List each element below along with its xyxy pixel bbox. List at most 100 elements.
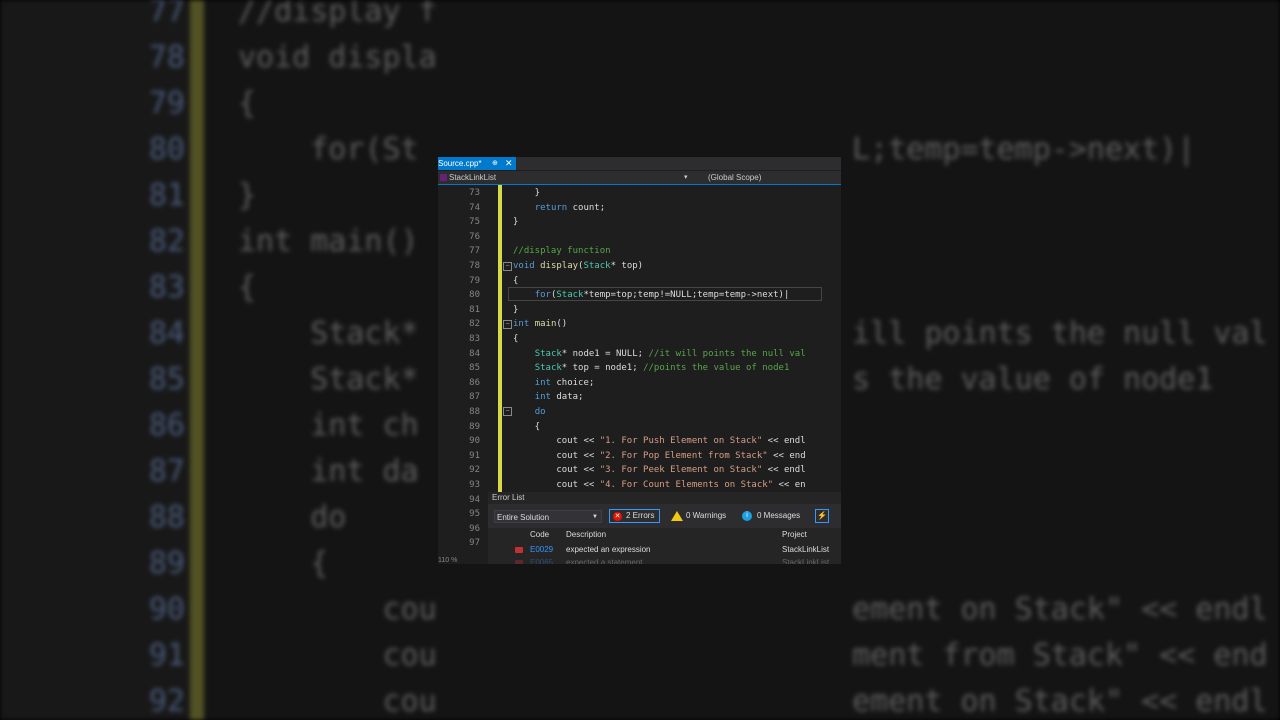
line-code: } xyxy=(513,188,541,198)
code-line[interactable]: 73 } xyxy=(438,186,841,201)
line-code: for(Stack*temp=top;temp!=NULL;temp=temp-… xyxy=(534,290,790,301)
line-number: 91 xyxy=(469,450,480,461)
line-number: 85 xyxy=(469,363,480,374)
error-code[interactable]: E0029 xyxy=(530,543,553,557)
line-number: 95 xyxy=(469,509,480,520)
line-number: 74 xyxy=(469,202,480,213)
code-line[interactable]: 86 int choice; xyxy=(438,376,841,391)
bg-line-number: 77 xyxy=(148,0,185,29)
code-line[interactable]: 81} xyxy=(438,303,841,318)
tab-source-cpp[interactable]: Source.cpp* ⊕ ✕ xyxy=(438,157,516,170)
line-code: Stack* node1 = NULL; //it will points th… xyxy=(534,348,806,359)
line-code: } xyxy=(513,304,519,315)
bg-line-number: 92 xyxy=(148,684,185,719)
tab-label: Source.cpp* xyxy=(438,159,482,168)
column-description[interactable]: Description xyxy=(566,528,606,542)
column-code[interactable]: Code xyxy=(530,528,549,542)
line-number: 81 xyxy=(469,304,480,315)
close-icon[interactable]: ✕ xyxy=(505,157,513,170)
errors-count-label: 2 Errors xyxy=(626,511,655,520)
error-list-panel: Error List Entire Solution ▼ ✕ 2 Errors … xyxy=(488,492,841,564)
code-line[interactable]: 91 cout << "2. For Pop Element from Stac… xyxy=(438,449,841,464)
pin-icon[interactable]: ⊕ xyxy=(492,157,498,170)
line-number: 89 xyxy=(469,421,480,432)
code-line[interactable]: 85 Stack* top = node1; //points the valu… xyxy=(438,361,841,376)
code-line[interactable]: 83 { xyxy=(438,332,841,347)
code-line[interactable]: 82 int main() xyxy=(438,317,841,332)
bg-line-code: { xyxy=(238,270,257,305)
line-number: 80 xyxy=(469,290,480,301)
bg-line-number: 89 xyxy=(148,546,185,581)
line-number: 79 xyxy=(469,275,480,286)
code-line[interactable]: 88 do xyxy=(438,405,841,420)
code-line[interactable]: 77 //display function xyxy=(438,244,841,259)
code-line[interactable]: 90 cout << "1. For Push Element on Stack… xyxy=(438,434,841,449)
line-number: 90 xyxy=(469,436,480,447)
code-line[interactable]: 84 Stack* node1 = NULL; //it will points… xyxy=(438,347,841,362)
code-line[interactable]: 89 { xyxy=(438,420,841,435)
zoom-level[interactable]: 110 % xyxy=(438,557,457,564)
scope-select[interactable]: Entire Solution ▼ xyxy=(494,510,602,523)
error-description: expected a statement xyxy=(566,558,643,564)
line-number: 84 xyxy=(469,348,480,359)
code-line[interactable]: 74 return count; xyxy=(438,201,841,216)
error-list-header: Code Description Project xyxy=(488,528,841,542)
ide-window: Source.cpp* ⊕ ✕ StackLinkList ▾ (Global … xyxy=(438,157,841,564)
messages-filter-button[interactable]: i 0 Messages xyxy=(742,509,806,523)
filter-icon[interactable]: ⚡ xyxy=(815,509,829,523)
line-number: 83 xyxy=(469,334,480,344)
bg-line-number: 82 xyxy=(148,224,185,259)
code-line[interactable]: 93 cout << "4. For Count Elements on Sta… xyxy=(438,478,841,493)
column-project[interactable]: Project xyxy=(782,528,807,542)
line-code: cout << "4. For Count Elements on Stack"… xyxy=(513,480,806,490)
error-row[interactable]: E0029 expected an expression StackLinkLi… xyxy=(488,543,841,557)
line-code: { xyxy=(513,275,519,286)
errors-filter-button[interactable]: ✕ 2 Errors xyxy=(609,509,660,523)
line-code: int choice; xyxy=(534,377,595,388)
bg-line-number: 78 xyxy=(148,40,185,75)
project-icon xyxy=(440,174,447,181)
bg-line-number: 83 xyxy=(148,270,185,305)
code-line[interactable]: 79 { xyxy=(438,274,841,289)
line-code: { xyxy=(513,334,519,344)
scope-dropdown[interactable]: (Global Scope) xyxy=(708,171,761,184)
line-number: 92 xyxy=(469,465,480,476)
line-number: 75 xyxy=(469,217,480,228)
line-number: 73 xyxy=(469,188,480,198)
error-row[interactable]: E0065 expected a statement StackLinkList xyxy=(488,556,841,564)
line-number: 93 xyxy=(469,480,480,490)
line-code: cout << "1. For Push Element on Stack" <… xyxy=(513,436,806,447)
code-line[interactable]: 92 cout << "3. For Peek Element on Stack… xyxy=(438,463,841,478)
bg-line-code: cou ement on Stack" << endl xyxy=(238,684,1268,719)
error-list-toolbar: Entire Solution ▼ ✕ 2 Errors 0 Warnings … xyxy=(488,504,841,528)
line-code: int main() xyxy=(513,319,568,330)
bg-line-code: //display f xyxy=(238,0,437,29)
bg-change-bar xyxy=(190,0,204,720)
line-code: //display function xyxy=(513,246,611,257)
code-line[interactable]: 87 int data; xyxy=(438,390,841,405)
error-icon: ✕ xyxy=(613,512,622,521)
error-project: StackLinkList xyxy=(782,545,830,554)
code-line[interactable]: 78 void display(Stack* top) xyxy=(438,259,841,274)
bg-line-code: cou ment from Stack" << end xyxy=(238,638,1268,673)
line-number: 78 xyxy=(469,261,480,271)
bg-line-number: 79 xyxy=(148,86,185,121)
bg-line-code: cou ement on Stack" << endl xyxy=(238,592,1268,627)
error-project: StackLinkList xyxy=(782,558,830,564)
bg-line-code: int ch xyxy=(238,408,419,443)
code-line[interactable]: 76 xyxy=(438,230,841,245)
line-code: int data; xyxy=(534,392,584,403)
line-code: Stack* top = node1; //points the value o… xyxy=(534,363,790,374)
error-list-title: Error List xyxy=(492,493,525,502)
chevron-down-icon[interactable]: ▾ xyxy=(684,171,688,184)
project-dropdown[interactable]: StackLinkList xyxy=(449,171,496,184)
code-line[interactable]: 75} xyxy=(438,215,841,230)
error-code[interactable]: E0065 xyxy=(530,556,553,564)
bg-line-code: { xyxy=(238,86,257,121)
error-icon xyxy=(515,547,523,553)
code-line[interactable]: 80 for(Stack*temp=top;temp!=NULL;temp=te… xyxy=(438,288,841,303)
warnings-filter-button[interactable]: 0 Warnings xyxy=(671,509,733,523)
bg-line-number: 85 xyxy=(148,362,185,397)
bg-line-number: 87 xyxy=(148,454,185,489)
line-number: 86 xyxy=(469,377,480,388)
